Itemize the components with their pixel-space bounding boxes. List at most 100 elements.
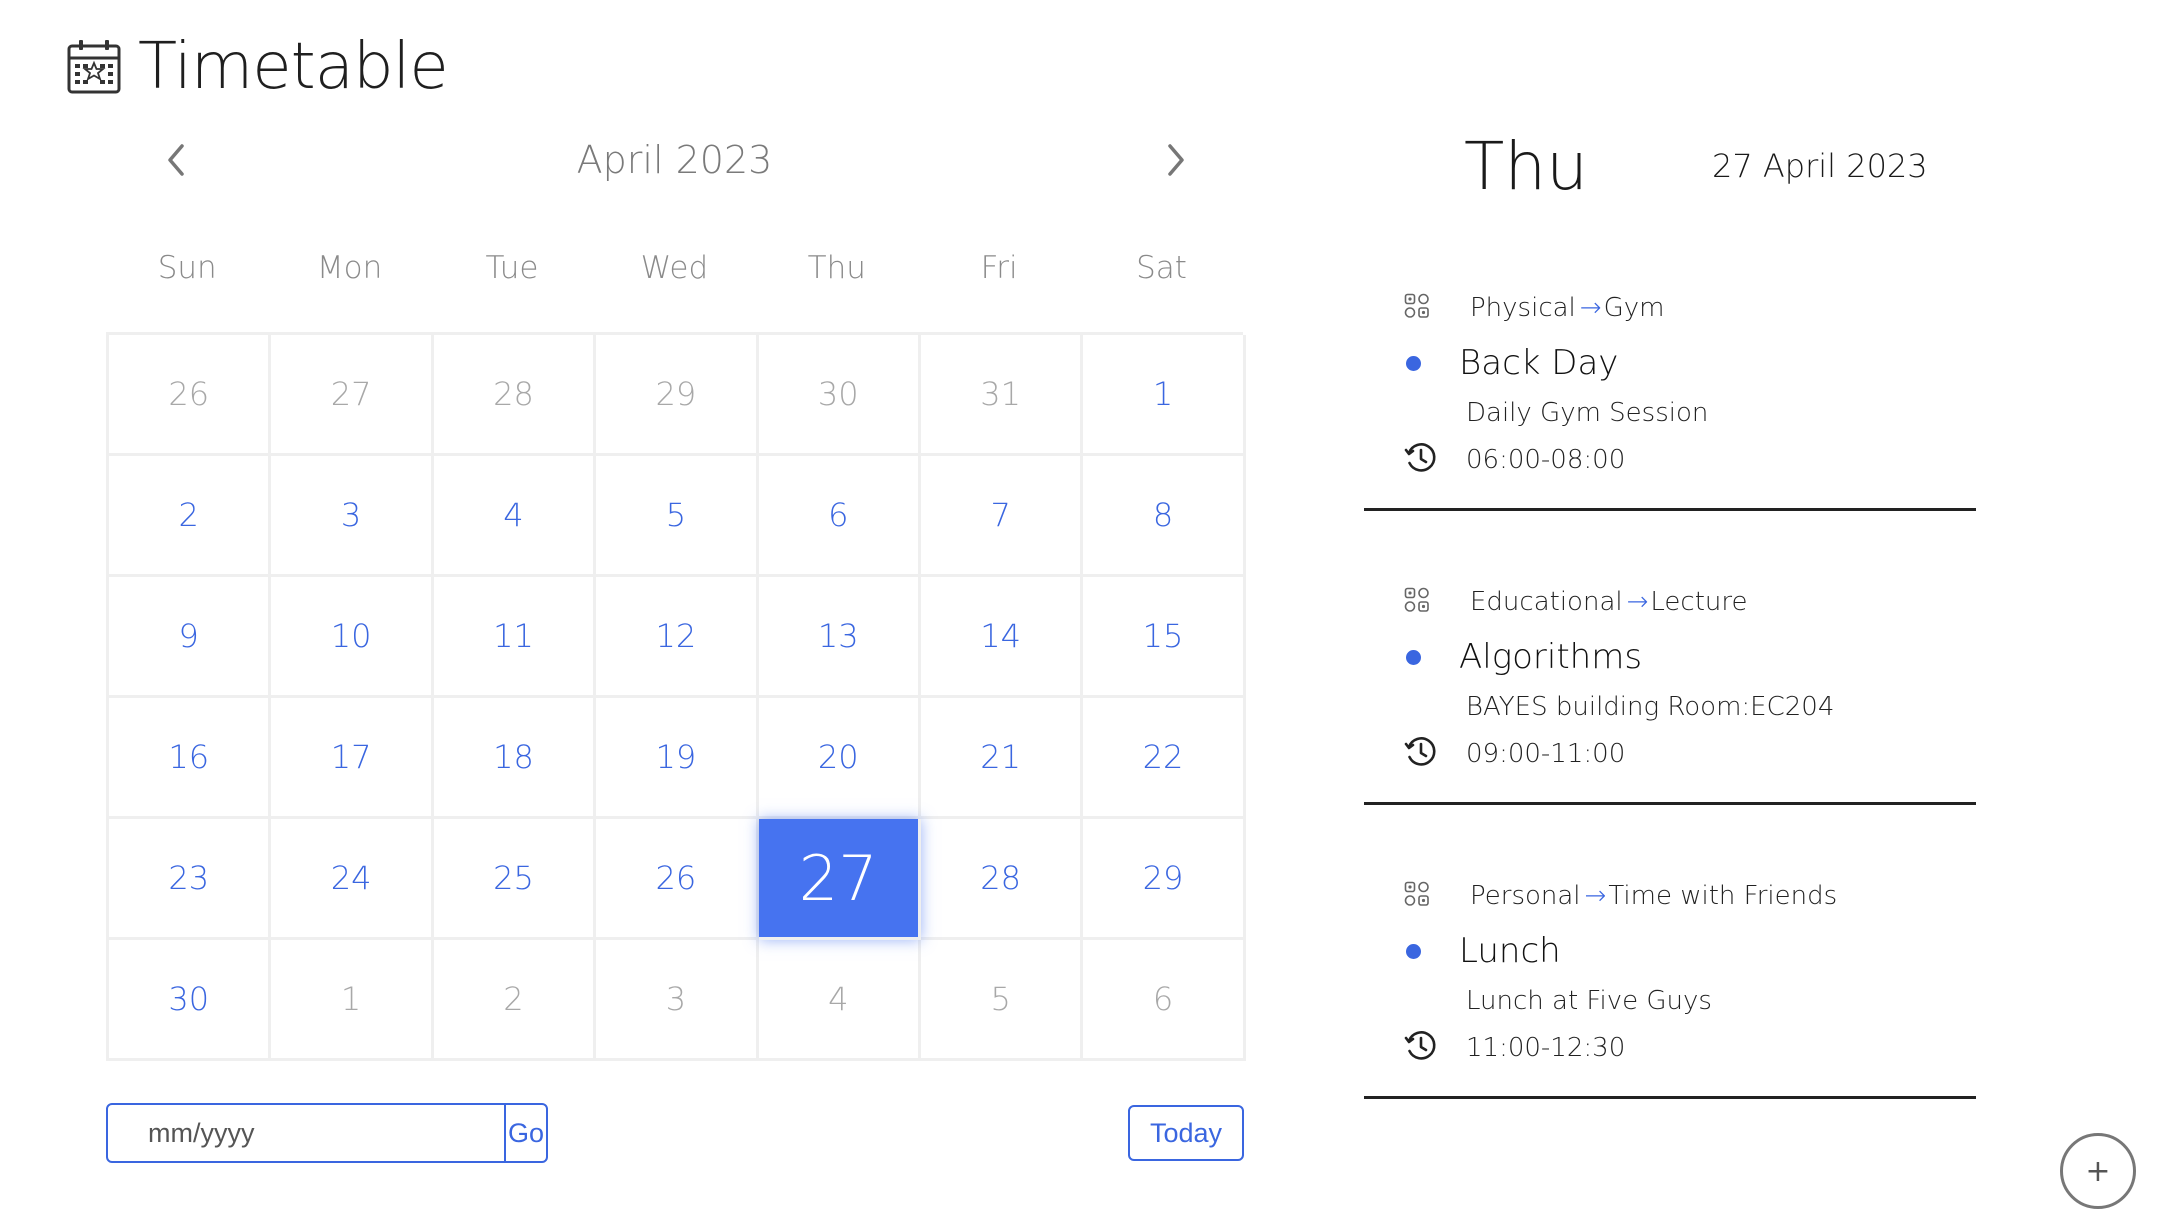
day-cell[interactable]: 3 [271, 456, 434, 577]
day-cell[interactable]: 13 [758, 577, 921, 698]
event-card[interactable]: Educational →Lecture Algorithms BAYES bui… [1364, 582, 1976, 805]
event-dot-icon [1406, 355, 1421, 371]
event-category-name: Educational [1470, 587, 1623, 617]
day-cell[interactable]: 21 [920, 698, 1084, 819]
day-cell[interactable]: 26 [596, 819, 759, 940]
day-cell[interactable]: 10 [271, 577, 434, 698]
day-cell[interactable]: 29 [1083, 819, 1246, 940]
day-cell[interactable]: 6 [758, 456, 921, 577]
selected-date: 27 April 2023 [1712, 147, 1928, 185]
day-cell[interactable]: 8 [1083, 456, 1246, 577]
weekday-label: Mon [316, 250, 383, 286]
event-subcategory: Gym [1603, 293, 1665, 323]
event-title: Lunch [1459, 931, 1561, 971]
selected-day-name: Thu [1464, 128, 1588, 205]
weekday-label: Wed [640, 250, 709, 286]
weekday-label: Thu [807, 250, 866, 286]
event-subcategory: Lecture [1650, 587, 1748, 617]
day-cell[interactable]: 31 [920, 335, 1084, 456]
event-category-name: Personal [1470, 881, 1581, 911]
event-title-row: Back Day [1404, 338, 1618, 388]
weekday-label: Fri [980, 250, 1018, 286]
event-dot-icon [1406, 943, 1421, 959]
day-cell[interactable]: 28 [433, 335, 597, 456]
event-dot-icon [1406, 649, 1421, 665]
event-time: 11:00-12:30 [1466, 1033, 1626, 1063]
goto-month-form: Go [106, 1103, 548, 1163]
add-event-button[interactable]: + [2060, 1133, 2136, 1209]
event-time-row: 06:00-08:00 [1404, 440, 1625, 480]
day-cell[interactable]: 23 [109, 819, 272, 940]
event-category-name: Physical [1470, 293, 1576, 323]
day-cell[interactable]: 16 [109, 698, 272, 819]
weekday-header: Sun Mon Tue Wed Thu Fri Sat [106, 250, 1243, 298]
day-cell[interactable]: 15 [1083, 577, 1246, 698]
arrow-right-icon: → [1584, 881, 1607, 911]
arrow-right-icon: → [1626, 587, 1649, 617]
event-category-row: Personal →Time with Friends [1404, 876, 1837, 916]
day-cell[interactable]: 26 [109, 335, 272, 456]
day-cell[interactable]: 30 [758, 335, 921, 456]
month-calendar: April 2023 Sun Mon Tue Wed Thu Fri Sat 26 27 28 2… [106, 130, 1246, 1061]
day-cell[interactable]: 17 [271, 698, 434, 819]
event-card[interactable]: Personal →Time with Friends Lunch Lunch a… [1364, 876, 1976, 1099]
chevron-right-icon [1168, 144, 1184, 176]
page-title: Timetable [138, 30, 449, 104]
calendar-icon [67, 40, 121, 94]
event-time-row: 11:00-12:30 [1404, 1028, 1625, 1068]
day-cell[interactable]: 11 [433, 577, 597, 698]
clock-history-icon [1404, 441, 1438, 479]
day-cell[interactable]: 28 [920, 819, 1084, 940]
event-time-row: 09:00-11:00 [1404, 734, 1625, 774]
day-cell[interactable]: 30 [109, 940, 272, 1061]
day-cell[interactable]: 27 [271, 335, 434, 456]
day-cell[interactable]: 1 [271, 940, 434, 1061]
day-cell[interactable]: 25 [433, 819, 597, 940]
day-cell[interactable]: 19 [596, 698, 759, 819]
event-title-row: Lunch [1404, 926, 1561, 976]
day-cell[interactable]: 2 [433, 940, 597, 1061]
month-year-input[interactable] [108, 1105, 504, 1161]
next-month-button[interactable] [1154, 138, 1198, 182]
category-grid-icon [1404, 881, 1430, 911]
day-cell[interactable]: 6 [1083, 940, 1246, 1061]
event-title: Algorithms [1459, 637, 1643, 677]
event-category: Physical →Gym [1470, 293, 1664, 323]
event-description: Lunch at Five Guys [1466, 986, 1712, 1016]
go-button[interactable]: Go [504, 1105, 546, 1161]
day-cell[interactable]: 24 [271, 819, 434, 940]
event-description: Daily Gym Session [1466, 398, 1709, 428]
day-cell[interactable]: 12 [596, 577, 759, 698]
day-cell[interactable]: 3 [596, 940, 759, 1061]
day-grid: 26 27 28 29 30 31 1 2 3 4 5 6 7 8 9 10 11 12 13 14 15 16 17 18 1… [106, 332, 1246, 1061]
day-cell[interactable]: 18 [433, 698, 597, 819]
weekday-label: Tue [485, 250, 539, 286]
event-title: Back Day [1459, 343, 1619, 383]
day-cell[interactable]: 5 [596, 456, 759, 577]
event-title-row: Algorithms [1404, 632, 1642, 682]
day-cell-selected[interactable]: 27 [758, 819, 921, 940]
event-time: 09:00-11:00 [1466, 739, 1626, 769]
day-cell[interactable]: 5 [920, 940, 1084, 1061]
event-category: Educational →Lecture [1470, 587, 1748, 617]
clock-history-icon [1404, 735, 1438, 773]
day-cell[interactable]: 29 [596, 335, 759, 456]
day-cell[interactable]: 7 [920, 456, 1084, 577]
day-cell[interactable]: 1 [1083, 335, 1246, 456]
today-button[interactable]: Today [1128, 1105, 1244, 1161]
month-title: April 2023 [576, 138, 773, 182]
weekday-label: Sat [1136, 250, 1187, 286]
day-cell[interactable]: 2 [109, 456, 272, 577]
day-cell[interactable]: 9 [109, 577, 272, 698]
category-grid-icon [1404, 293, 1430, 323]
day-cell[interactable]: 4 [433, 456, 597, 577]
arrow-right-icon: → [1579, 293, 1602, 323]
event-subcategory: Time with Friends [1608, 881, 1838, 911]
day-cell[interactable]: 20 [758, 698, 921, 819]
day-cell[interactable]: 22 [1083, 698, 1246, 819]
event-time: 06:00-08:00 [1466, 445, 1626, 475]
event-category: Personal →Time with Friends [1470, 881, 1837, 911]
day-cell[interactable]: 4 [758, 940, 921, 1061]
day-cell[interactable]: 14 [920, 577, 1084, 698]
event-card[interactable]: Physical →Gym Back Day Daily Gym Session … [1364, 288, 1976, 511]
